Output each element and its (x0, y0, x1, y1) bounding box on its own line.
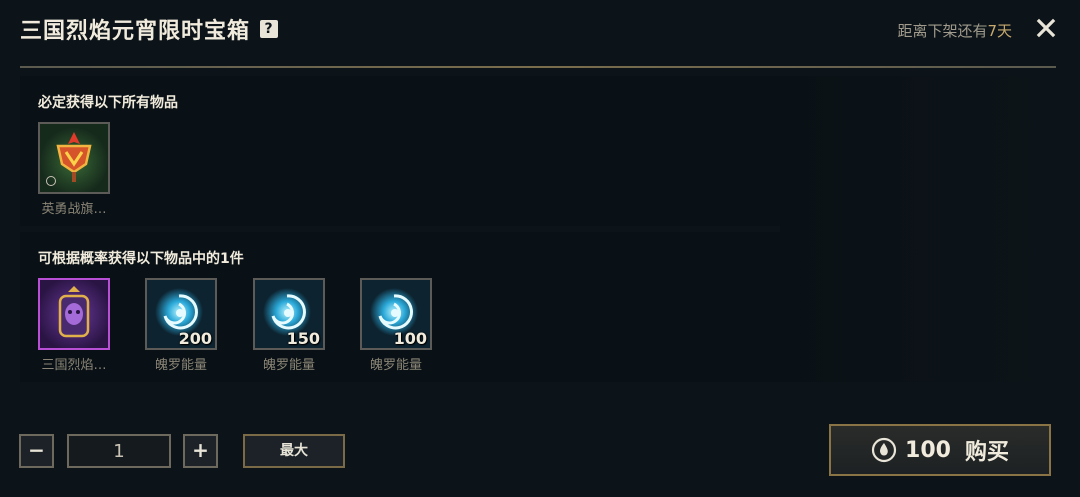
max-quantity-button[interactable]: 最大 (243, 434, 345, 468)
item-slot (38, 278, 110, 350)
random-item[interactable]: 150 魄罗能量 (249, 278, 329, 373)
guaranteed-item[interactable]: 英勇战旗… (34, 122, 114, 217)
emote-icon (40, 280, 108, 348)
expiry-prefix: 距离下架还有 (897, 22, 988, 40)
buy-button[interactable]: 100 购买 (829, 424, 1051, 476)
guaranteed-title: 必定获得以下所有物品 (38, 95, 178, 111)
buy-label: 购买 (964, 440, 1009, 465)
random-item[interactable]: 200 魄罗能量 (141, 278, 221, 373)
decrease-quantity-button[interactable]: − (19, 434, 54, 468)
expiry-days: 7天 (987, 22, 1012, 40)
item-slot: 150 (253, 278, 325, 350)
random-title: 可根据概率获得以下物品中的1件 (38, 251, 244, 267)
page-title: 三国烈焰元宵限时宝箱 ? (20, 13, 279, 45)
header-divider (20, 66, 1056, 68)
title-text: 三国烈焰元宵限时宝箱 (20, 19, 251, 44)
item-slot: 100 (360, 278, 432, 350)
item-quantity: 150 (286, 329, 320, 348)
item-name: 魄罗能量 (262, 358, 315, 373)
item-name: 魄罗能量 (369, 358, 422, 373)
close-button[interactable] (1034, 16, 1058, 40)
item-slot (38, 122, 110, 194)
currency-icon (871, 437, 897, 463)
item-quantity: 200 (178, 329, 212, 348)
expiry-notice: 距离下架还有7天 (897, 20, 1012, 41)
help-icon[interactable]: ? (260, 20, 279, 38)
item-quantity: 100 (393, 329, 427, 348)
random-panel: 可根据概率获得以下物品中的1件 三国烈焰… 200 魄罗能量 150 魄罗能量 … (20, 232, 800, 382)
close-icon (1036, 18, 1056, 38)
panel-fade (780, 76, 1060, 382)
random-item[interactable]: 三国烈焰… (34, 278, 114, 373)
timer-icon (46, 176, 56, 186)
item-name: 魄罗能量 (154, 358, 207, 373)
quantity-input[interactable] (67, 434, 171, 468)
increase-quantity-button[interactable]: + (183, 434, 218, 468)
item-name: 三国烈焰… (41, 358, 107, 373)
price: 100 (905, 437, 951, 463)
item-name: 英勇战旗… (41, 202, 107, 217)
guaranteed-panel: 必定获得以下所有物品 英勇战旗… (20, 76, 800, 226)
random-item[interactable]: 100 魄罗能量 (356, 278, 436, 373)
item-slot: 200 (145, 278, 217, 350)
